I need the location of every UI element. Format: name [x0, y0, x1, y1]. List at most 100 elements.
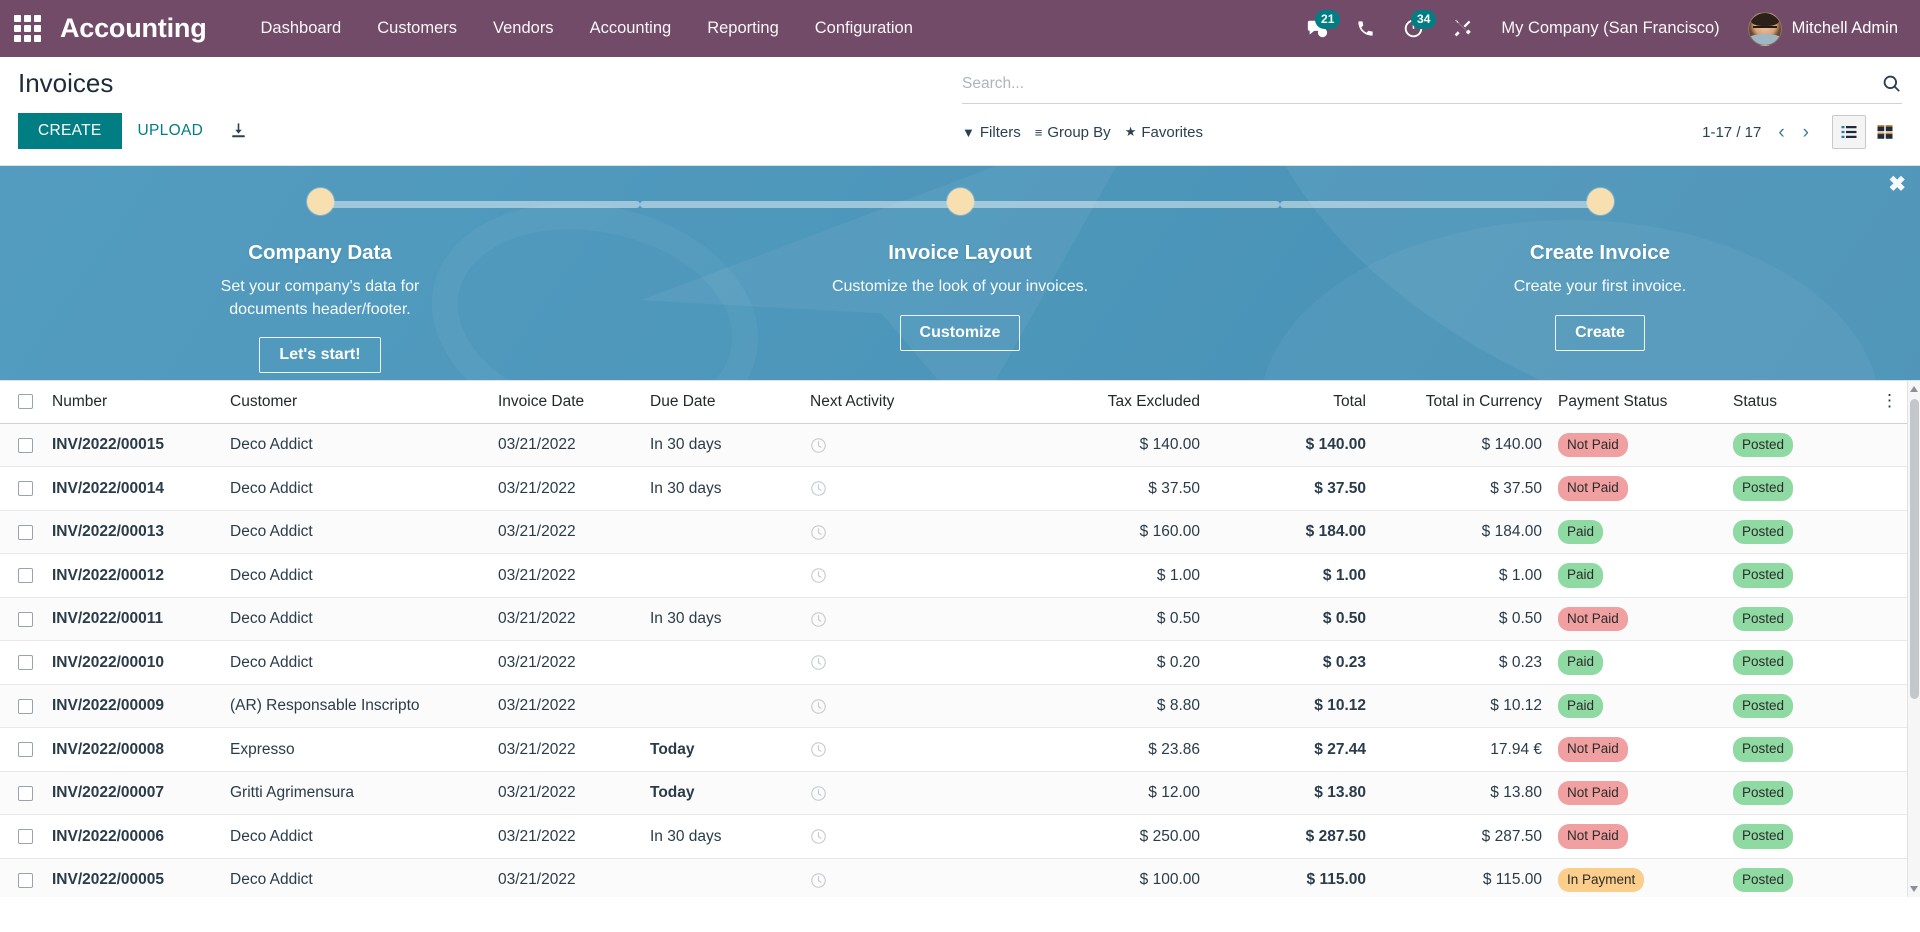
cell-invoice-date: 03/21/2022 — [490, 640, 642, 685]
cell-next-activity[interactable] — [802, 814, 1022, 859]
activity-clock-icon[interactable] — [810, 785, 827, 802]
table-row[interactable]: INV/2022/00005 Deco Addict 03/21/2022 $ 100… — [0, 858, 1920, 897]
lets-start-button[interactable]: Let's start! — [259, 337, 381, 374]
menu-item-configuration[interactable]: Configuration — [797, 0, 931, 57]
table-row[interactable]: INV/2022/00011 Deco Addict 03/21/2022 In 30… — [0, 597, 1920, 642]
menu-item-dashboard[interactable]: Dashboard — [243, 0, 360, 57]
row-checkbox[interactable] — [18, 742, 33, 758]
voip-phone-button[interactable] — [1342, 0, 1389, 57]
messages-button[interactable]: 21 — [1292, 0, 1342, 57]
column-header-number[interactable]: Number — [44, 380, 222, 424]
cell-due-date — [642, 640, 802, 685]
row-checkbox[interactable] — [18, 611, 33, 627]
cell-next-activity[interactable] — [802, 553, 1022, 598]
table-row[interactable]: INV/2022/00014 Deco Addict 03/21/2022 In 30… — [0, 466, 1920, 511]
activity-clock-icon[interactable] — [810, 480, 827, 497]
table-row[interactable]: INV/2022/00012 Deco Addict 03/21/2022 $ 1.0… — [0, 553, 1920, 598]
column-header-payment-status[interactable]: Payment Status — [1550, 380, 1725, 424]
star-icon: ★ — [1124, 124, 1137, 139]
group-by-button[interactable]: ≡ Group By — [1035, 122, 1125, 143]
column-header-tax-excluded[interactable]: Tax Excluded — [1022, 380, 1208, 424]
user-menu[interactable]: Mitchell Admin — [1734, 11, 1902, 46]
row-checkbox[interactable] — [18, 698, 33, 714]
debug-tools-button[interactable] — [1438, 0, 1487, 57]
onboarding-step-invoice-layout: Invoice Layout Customize the look of you… — [640, 166, 1280, 380]
column-header-customer[interactable]: Customer — [222, 380, 490, 424]
activity-clock-icon[interactable] — [810, 872, 827, 889]
customize-button[interactable]: Customize — [899, 314, 1021, 351]
column-header-status[interactable]: Status — [1725, 380, 1873, 424]
list-vertical-scrollbar[interactable] — [1907, 380, 1920, 897]
filters-button[interactable]: ▼ Filters — [962, 122, 1035, 143]
status-badge: Posted — [1733, 737, 1794, 762]
app-brand-accounting[interactable]: Accounting — [60, 13, 207, 44]
cell-next-activity[interactable] — [802, 727, 1022, 772]
row-checkbox[interactable] — [18, 568, 33, 584]
activity-clock-icon[interactable] — [810, 524, 827, 541]
table-row[interactable]: INV/2022/00010 Deco Addict 03/21/2022 $ 0.2… — [0, 640, 1920, 685]
activity-clock-icon[interactable] — [810, 741, 827, 758]
cell-next-activity[interactable] — [802, 597, 1022, 642]
menu-item-accounting[interactable]: Accounting — [572, 0, 690, 57]
scroll-up-arrow-icon[interactable] — [1910, 385, 1918, 392]
cell-customer: Gritti Agrimensura — [222, 771, 490, 816]
upload-button[interactable]: UPLOAD — [122, 113, 220, 149]
activity-clock-icon[interactable] — [810, 567, 827, 584]
row-checkbox[interactable] — [18, 481, 33, 497]
import-download-button[interactable] — [219, 115, 258, 146]
cell-next-activity[interactable] — [802, 640, 1022, 685]
table-row[interactable]: INV/2022/00007 Gritti Agrimensura 03/21/20… — [0, 771, 1920, 816]
menu-item-customers[interactable]: Customers — [359, 0, 475, 57]
scroll-down-arrow-icon[interactable] — [1910, 885, 1918, 892]
menu-item-vendors[interactable]: Vendors — [475, 0, 572, 57]
cell-next-activity[interactable] — [802, 510, 1022, 555]
table-row[interactable]: INV/2022/00009 (AR) Responsable Inscripto… — [0, 684, 1920, 729]
apps-grid-icon[interactable] — [10, 12, 44, 46]
table-row[interactable]: INV/2022/00008 Expresso 03/21/2022 Today $ 2… — [0, 727, 1920, 772]
row-checkbox[interactable] — [18, 655, 33, 671]
menu-item-reporting[interactable]: Reporting — [689, 0, 797, 57]
list-view-button[interactable] — [1832, 115, 1866, 149]
pager-previous-button[interactable]: ‹ — [1771, 121, 1791, 144]
cell-tax-excluded: $ 0.20 — [1022, 640, 1208, 685]
row-checkbox[interactable] — [18, 437, 33, 453]
activity-clock-icon[interactable] — [810, 828, 827, 845]
activity-clock-icon[interactable] — [810, 437, 827, 454]
cell-next-activity[interactable] — [802, 423, 1022, 468]
row-checkbox[interactable] — [18, 524, 33, 540]
activity-clock-icon[interactable] — [810, 611, 827, 628]
table-row[interactable]: INV/2022/00015 Deco Addict 03/21/2022 In 30… — [0, 423, 1920, 468]
column-header-invoice-date[interactable]: Invoice Date — [490, 380, 642, 424]
row-checkbox[interactable] — [18, 829, 33, 845]
select-all-checkbox[interactable] — [18, 394, 33, 410]
search-input[interactable] — [962, 73, 1882, 95]
cell-next-activity[interactable] — [802, 684, 1022, 729]
column-header-next-activity[interactable]: Next Activity — [802, 380, 1022, 424]
row-checkbox[interactable] — [18, 785, 33, 801]
scrollbar-thumb[interactable] — [1910, 398, 1919, 699]
cell-total: $ 140.00 — [1208, 423, 1374, 468]
activities-button[interactable]: 34 — [1389, 0, 1438, 57]
table-row[interactable]: INV/2022/00013 Deco Addict 03/21/2022 $ 160… — [0, 510, 1920, 555]
cell-tax-excluded: $ 140.00 — [1022, 423, 1208, 468]
cell-next-activity[interactable] — [802, 858, 1022, 897]
close-onboarding-button[interactable]: ✖ — [1888, 174, 1906, 195]
create-invoice-button[interactable]: Create — [1555, 314, 1645, 351]
create-button[interactable]: CREATE — [18, 112, 122, 149]
pager-next-button[interactable]: › — [1796, 121, 1816, 144]
row-checkbox[interactable] — [18, 872, 33, 888]
cell-invoice-date: 03/21/2022 — [490, 858, 642, 897]
table-row[interactable]: INV/2022/00006 Deco Addict 03/21/2022 In 30… — [0, 814, 1920, 859]
cell-next-activity[interactable] — [802, 771, 1022, 816]
search-icon[interactable] — [1882, 74, 1902, 94]
favorites-button[interactable]: ★ Favorites — [1125, 122, 1217, 143]
company-switcher[interactable]: My Company (San Francisco) — [1487, 19, 1733, 38]
column-header-total[interactable]: Total — [1208, 380, 1374, 424]
activity-clock-icon[interactable] — [810, 654, 827, 671]
step-dot — [1586, 187, 1614, 215]
cell-next-activity[interactable] — [802, 466, 1022, 511]
column-header-total-in-currency[interactable]: Total in Currency — [1374, 380, 1550, 424]
column-header-due-date[interactable]: Due Date — [642, 380, 802, 424]
kanban-view-button[interactable] — [1868, 115, 1902, 149]
activity-clock-icon[interactable] — [810, 698, 827, 715]
